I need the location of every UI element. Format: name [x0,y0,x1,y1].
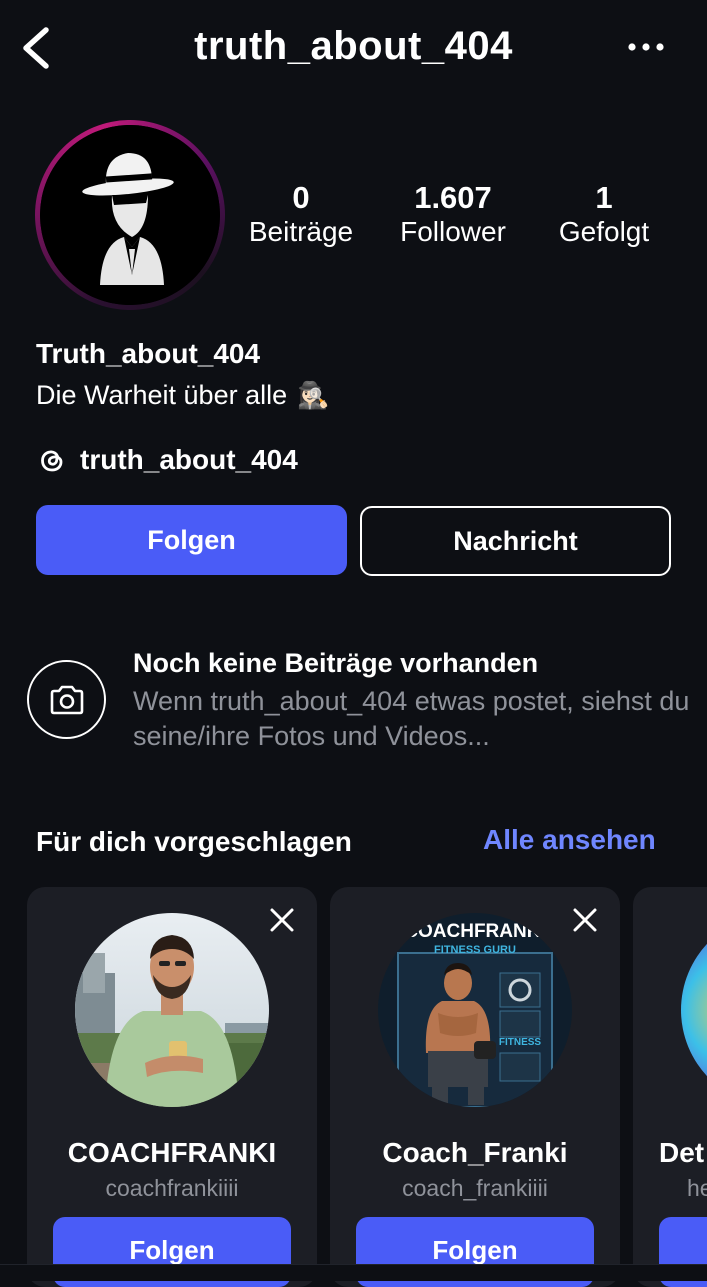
suggestion-card[interactable]: COACHFRANKI FITNESS GURU FITNESS Coach_F… [330,887,620,1287]
stat-posts[interactable]: 0 Beiträge [240,180,362,248]
stat-posts-value: 0 [292,180,310,215]
colorful-avatar-image [681,913,707,1107]
stat-followers-value: 1.607 [414,180,492,215]
suggestions-title: Für dich vorgeschlagen [36,826,352,857]
stat-following[interactable]: 1 Gefolgt [545,180,663,248]
suggestion-avatar[interactable]: COACHFRANKI FITNESS GURU FITNESS [378,913,572,1107]
see-all-link[interactable]: Alle ansehen [483,824,656,856]
suggestion-name: COACHFRANKI [67,1137,277,1168]
threads-handle: truth_about_404 [80,444,298,475]
person-photo [75,913,269,1107]
suggestion-handle: coach_frankiiii [402,1175,548,1201]
empty-state-text: Wenn truth_about_404 etwas postet, siehs… [133,686,690,751]
suggestion-card[interactable]: COACHFRANKI coachfrankiiii Folgen [27,887,317,1287]
threads-icon [41,450,63,472]
suggestion-avatar[interactable] [681,913,707,1107]
detective-emoji: 🕵🏻‍♀️ [297,380,330,410]
stat-followers-label: Follower [400,216,506,247]
threads-link[interactable]: truth_about_404 [36,444,298,476]
empty-state-title: Noch keine Beiträge vorhanden [133,648,539,678]
bottom-edge [0,1264,707,1281]
suggestion-card[interactable]: Det he [633,887,707,1287]
suggestion-handle: he [687,1175,707,1201]
stat-following-value: 1 [595,180,613,215]
close-icon[interactable] [572,907,598,933]
follow-button[interactable]: Folgen [36,505,347,575]
profile-bio-text: Die Warheit über alle [36,380,288,410]
suggestion-avatar[interactable] [75,913,269,1107]
poster-tag: FITNESS [499,1037,542,1048]
page-title: truth_about_404 [194,24,513,68]
fitness-poster-image: COACHFRANKI FITNESS GURU FITNESS [378,913,572,1107]
suggestion-name: Coach_Franki [382,1137,568,1168]
stat-following-label: Gefolgt [558,216,650,247]
stat-followers[interactable]: 1.607 Follower [388,180,518,248]
suggestion-name: Det [659,1137,705,1168]
camera-icon [50,685,83,714]
profile-name: Truth_about_404 [36,338,261,369]
message-button[interactable]: Nachricht [360,506,671,576]
close-icon[interactable] [269,907,295,933]
detective-silhouette-icon [40,125,220,305]
camera-icon-circle [27,660,106,739]
avatar[interactable] [40,125,220,305]
profile-bio: Die Warheit über alle 🕵🏻‍♀️ [36,380,329,411]
suggestion-handle: coachfrankiiii [105,1175,239,1201]
stat-posts-label: Beiträge [248,216,354,247]
poster-subtitle: FITNESS GURU [434,944,516,956]
more-icon[interactable] [622,32,670,62]
poster-title: COACHFRANKI [404,921,545,942]
